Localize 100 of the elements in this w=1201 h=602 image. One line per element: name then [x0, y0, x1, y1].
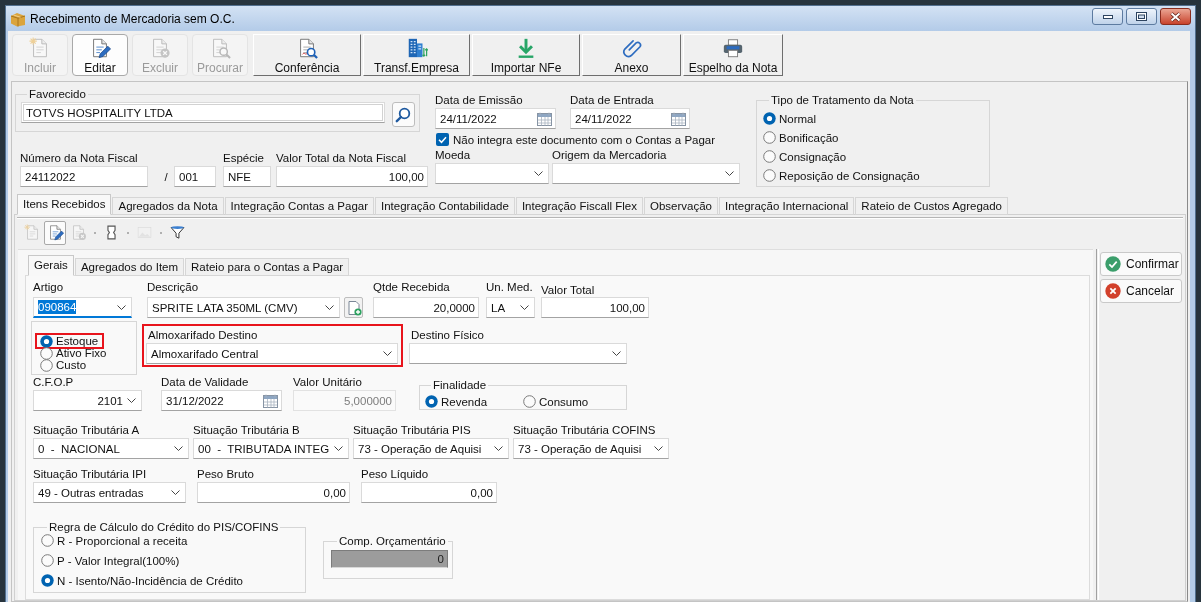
text-field[interactable]: 001 [174, 166, 216, 187]
toolbar-button[interactable]: Anexo [582, 34, 681, 76]
group-title: Favorecido [28, 87, 87, 101]
toolbar-button[interactable]: Conferência [253, 34, 361, 76]
close-icon [1170, 11, 1181, 22]
field-label: Origem da Mercadoria [552, 148, 668, 162]
tab[interactable]: Integração Contas a Pagar [224, 197, 375, 215]
tab[interactable]: Agregados do Item [74, 258, 185, 276]
radio-button[interactable] [763, 112, 776, 125]
radio-button[interactable] [40, 358, 53, 372]
separator-label: / [163, 170, 169, 184]
tab[interactable]: Gerais [28, 255, 74, 276]
maximize-icon [1136, 12, 1147, 21]
calendar-icon [671, 111, 686, 126]
add-document-button[interactable] [344, 297, 363, 318]
field-label: Situação Tributária PIS [353, 423, 472, 437]
text-field[interactable]: 24112022 [20, 166, 148, 187]
radio-button[interactable] [41, 554, 54, 567]
field-label: Data de Validade [161, 375, 250, 389]
tab[interactable]: Agregados da Nota [112, 197, 224, 215]
radio-button[interactable] [41, 574, 54, 587]
radio-label: Normal [779, 111, 817, 126]
group-title: Finalidade [432, 378, 488, 392]
checkbox[interactable] [436, 133, 449, 146]
radio-button[interactable] [763, 131, 776, 144]
cancel-button[interactable]: Cancelar [1100, 279, 1182, 303]
tab[interactable]: Rateio para o Contas a Pagar [185, 258, 350, 276]
date-field[interactable]: 24/11/2022 [570, 108, 690, 129]
text-field[interactable]: 100,00 [541, 297, 649, 318]
tab[interactable]: Integração Fiscall Flex [515, 197, 643, 215]
field-label: Espécie [223, 151, 265, 165]
date-field[interactable]: 24/11/2022 [435, 108, 556, 129]
radio-button[interactable] [763, 150, 776, 163]
toolbar-button[interactable]: Importar NFe [472, 34, 580, 76]
field-label: Valor Total da Nota Fiscal [276, 151, 407, 165]
tab[interactable]: Integração Contabilidade [375, 197, 515, 215]
radio-label: Estoque [56, 334, 99, 348]
field-label: C.F.O.P [33, 375, 75, 389]
text-field[interactable]: 20,0000 [373, 297, 479, 318]
dropdown[interactable]: Almoxarifado Central [146, 343, 398, 364]
paperclip-icon [620, 37, 643, 59]
tab[interactable]: Observação [643, 197, 718, 215]
field-label: Destino Físico [410, 328, 485, 342]
chevron-down-icon [127, 398, 136, 403]
maximize-button[interactable] [1126, 8, 1157, 25]
field-label: Situação Tributária A [33, 423, 141, 437]
field-label: Almoxarifado Destino [147, 328, 259, 342]
dropdown[interactable]: 00 - TRIBUTADA INTEG [193, 438, 349, 459]
chevron-down-icon [520, 305, 529, 310]
dropdown[interactable]: 73 - Operação de Aquisi [353, 438, 509, 459]
dropdown[interactable]: SPRITE LATA 350ML (CMV) [147, 297, 340, 318]
dropdown[interactable]: 2101 [33, 390, 142, 411]
radio-label: R - Proporcional a receita [57, 533, 188, 548]
toolbar-button[interactable]: Espelho da Nota [683, 34, 783, 76]
search-button[interactable] [391, 102, 415, 127]
chevron-down-icon [174, 446, 183, 451]
radio-label: Custo [56, 358, 87, 372]
date-field[interactable]: 31/12/2022 [161, 390, 282, 411]
dropdown[interactable] [409, 343, 627, 364]
dropdown[interactable]: 0 - NACIONAL [33, 438, 189, 459]
check-circle-icon [1105, 256, 1121, 272]
text-field[interactable]: 0,00 [197, 482, 350, 503]
dropdown[interactable] [552, 163, 740, 184]
tab[interactable]: Rateio de Custos Agregado [855, 197, 1008, 215]
boxes-icon [10, 10, 26, 27]
field-label: Situação Tributária IPI [33, 467, 148, 481]
text-field[interactable]: NFE [223, 166, 271, 187]
close-button[interactable] [1160, 8, 1191, 25]
dropdown[interactable]: 090864 [33, 297, 132, 318]
dropdown[interactable]: 73 - Operação de Aquisi [513, 438, 669, 459]
radio-button[interactable] [40, 346, 53, 360]
text-field[interactable]: TOTVS HOSPITALITY LTDA [21, 102, 385, 123]
dropdown[interactable]: 49 - Outras entradas [33, 482, 186, 503]
dropdown[interactable] [435, 163, 549, 184]
text-field[interactable]: 0,00 [361, 482, 497, 503]
radio-button[interactable] [41, 534, 54, 547]
chevron-down-icon [612, 351, 621, 356]
radio-label: Consignação [779, 149, 847, 164]
radio-label: Consumo [539, 394, 589, 409]
document-plus-icon [345, 299, 362, 316]
printer-icon [722, 37, 744, 59]
radio-button[interactable] [425, 395, 438, 408]
dropdown[interactable]: LA [486, 297, 535, 318]
toolbar-button[interactable] [44, 220, 66, 245]
minimize-button[interactable] [1092, 8, 1123, 25]
tab[interactable]: Integração Internacional [718, 197, 855, 215]
radio-button[interactable] [763, 169, 776, 182]
tab[interactable]: Itens Recebidos [17, 194, 112, 215]
radio-button[interactable] [523, 395, 536, 408]
chevron-down-icon [534, 171, 543, 176]
field-label: Valor Unitário [293, 375, 363, 389]
radio-label: Bonificação [779, 130, 839, 145]
text-field[interactable]: 100,00 [276, 166, 428, 187]
toolbar-button[interactable]: Transf.Empresa [363, 34, 470, 76]
chevron-down-icon [494, 446, 503, 451]
radio-label: Ativo Fixo [56, 347, 107, 360]
toolbar-button[interactable]: Editar [72, 34, 128, 76]
radio-button[interactable] [40, 334, 53, 348]
radio-label: P - Valor Integral(100%) [57, 553, 180, 568]
confirm-button[interactable]: Confirmar [1100, 252, 1182, 276]
